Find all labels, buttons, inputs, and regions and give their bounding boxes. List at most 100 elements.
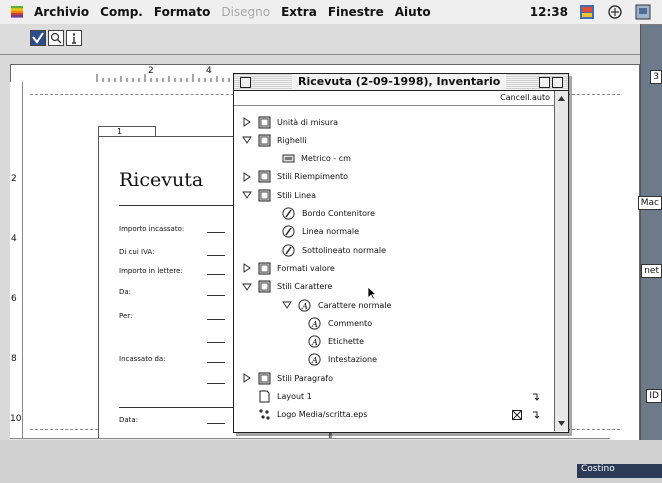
tree-row-label: Metrico - cm xyxy=(301,154,351,164)
svg-text:A: A xyxy=(311,320,318,329)
style-folder-icon xyxy=(258,189,271,202)
tree-row-label: Unità di misura xyxy=(277,117,339,127)
field-line xyxy=(207,423,225,424)
disclosure-collapsed-icon[interactable] xyxy=(242,373,252,384)
disclosure-collapsed-icon[interactable] xyxy=(242,263,252,274)
tree-row[interactable]: A Intestazione xyxy=(308,352,377,368)
tree-row[interactable]: Stili Riempimento xyxy=(242,169,348,185)
page-number: 1 xyxy=(117,127,123,136)
disclosure-expanded-icon[interactable] xyxy=(242,282,252,292)
field-line xyxy=(207,362,225,363)
tree-row-label: Logo Media/scritta.eps xyxy=(277,410,368,420)
tree-row[interactable]: Linea normale xyxy=(282,224,359,240)
field-label: Incassato da: xyxy=(119,355,166,363)
character-style-icon: A xyxy=(308,353,321,366)
tree-row[interactable]: Bordo Contenitore xyxy=(282,206,375,222)
menu-extra[interactable]: Extra xyxy=(281,5,317,19)
field-label: Data: xyxy=(119,416,139,424)
menu-finestre[interactable]: Finestre xyxy=(328,5,384,19)
disclosure-expanded-icon[interactable] xyxy=(242,135,252,145)
svg-text:A: A xyxy=(301,302,308,311)
collapse-box[interactable] xyxy=(552,77,563,88)
zoom-box[interactable] xyxy=(539,77,550,88)
disclosure-spacer xyxy=(242,410,252,420)
tree-row-label: Linea normale xyxy=(302,227,360,237)
disclosure-expanded-icon[interactable] xyxy=(282,300,292,310)
graphic-file-icon xyxy=(259,409,270,420)
line-style-icon xyxy=(282,207,295,220)
link-arrow-icon[interactable] xyxy=(532,410,542,420)
tree-row[interactable]: Metrico - cm xyxy=(282,151,351,167)
tree-row[interactable]: Layout 1 xyxy=(242,389,312,405)
link-arrow-icon[interactable] xyxy=(532,392,542,402)
keyboard-layout-icon[interactable] xyxy=(606,4,624,20)
field-line xyxy=(207,383,225,384)
finder-app-icon[interactable] xyxy=(634,4,652,20)
menu-disegno[interactable]: Disegno xyxy=(221,5,270,19)
tree-row-label: Stili Carattere xyxy=(277,282,333,292)
ruler-number: 2 xyxy=(148,66,154,76)
menu-clock[interactable]: 12:38 xyxy=(530,5,568,19)
disclosure-expanded-icon[interactable] xyxy=(242,190,252,200)
desktop-strip xyxy=(0,440,662,483)
scroll-up-icon[interactable] xyxy=(556,93,567,104)
ruler-number: 8 xyxy=(11,354,17,364)
field-label: Importo in lettere: xyxy=(119,267,183,275)
tree-row[interactable]: Logo Media/scritta.eps xyxy=(242,407,367,423)
scroll-down-icon[interactable] xyxy=(556,418,567,429)
page-layout-icon xyxy=(259,390,270,403)
info-tool-button[interactable] xyxy=(66,30,82,46)
style-folder-icon xyxy=(258,280,271,293)
field-line xyxy=(207,319,225,320)
ruler-unit-icon xyxy=(282,154,295,163)
tree-row-label: Etichette xyxy=(328,337,364,347)
tree-row[interactable]: A Etichette xyxy=(308,334,364,350)
tree-row[interactable]: Stili Linea xyxy=(242,187,316,203)
inventory-palette: Ricevuta (2-09-1998), Inventario Cancell… xyxy=(233,73,569,433)
field-label: Da: xyxy=(119,288,132,296)
menu-aiuto[interactable]: Aiuto xyxy=(395,5,431,19)
field-line xyxy=(207,274,225,275)
tree-row[interactable]: Stili Paragrafo xyxy=(242,370,333,386)
field-label: Di cui IVA: xyxy=(119,248,155,256)
svg-text:A: A xyxy=(311,356,318,365)
field-line xyxy=(207,342,225,343)
tree-row[interactable]: Formati valore xyxy=(242,260,335,276)
field-line xyxy=(207,255,225,256)
close-box[interactable] xyxy=(240,77,251,88)
disclosure-collapsed-icon[interactable] xyxy=(242,172,252,182)
tree-row[interactable]: Sottolineato normale xyxy=(282,242,386,258)
character-style-icon: A xyxy=(308,335,321,348)
missing-file-icon[interactable] xyxy=(512,409,522,420)
cancel-auto-button[interactable]: Cancell.auto xyxy=(500,93,550,102)
palette-title: Ricevuta (2-09-1998), Inventario xyxy=(292,74,507,90)
menu-formato[interactable]: Formato xyxy=(154,5,210,19)
ruler-number: 2 xyxy=(11,174,17,184)
line-style-icon xyxy=(282,243,295,257)
disclosure-collapsed-icon[interactable] xyxy=(242,117,252,127)
menu-comp[interactable]: Comp. xyxy=(100,5,143,19)
menu-archivio[interactable]: Archivio xyxy=(34,5,89,19)
tree-row[interactable]: Righelli xyxy=(242,132,307,148)
ruler-number: 4 xyxy=(206,66,212,76)
menu-bar: Archivio Comp. Formato Disegno Extra Fin… xyxy=(0,0,662,25)
ruler-number: 4 xyxy=(11,234,17,244)
field-label: Importo incassato: xyxy=(119,225,185,233)
apple-menu-icon[interactable] xyxy=(10,5,24,19)
taskbar-label[interactable]: Costino xyxy=(577,464,662,478)
pointer-tool-button[interactable] xyxy=(30,30,46,46)
zoom-tool-button[interactable] xyxy=(48,30,64,46)
application-icon[interactable] xyxy=(578,4,596,20)
palette-header: Cancell.auto xyxy=(234,91,554,106)
tree-row[interactable]: Stili Carattere xyxy=(242,279,332,295)
character-style-icon: A xyxy=(308,317,321,330)
palette-title-bar[interactable]: Ricevuta (2-09-1998), Inventario xyxy=(234,74,568,91)
tree-row[interactable]: A Commento xyxy=(308,315,372,331)
check-icon xyxy=(32,32,44,44)
tree-row-label: Righelli xyxy=(277,135,307,145)
vertical-ruler[interactable]: 2 4 6 8 10 xyxy=(10,82,23,452)
tree-row[interactable]: Unità di misura xyxy=(242,114,338,130)
side-label: 3 xyxy=(650,70,662,84)
tree-row-label: Stili Linea xyxy=(277,190,316,200)
vertical-scrollbar[interactable] xyxy=(554,91,568,431)
